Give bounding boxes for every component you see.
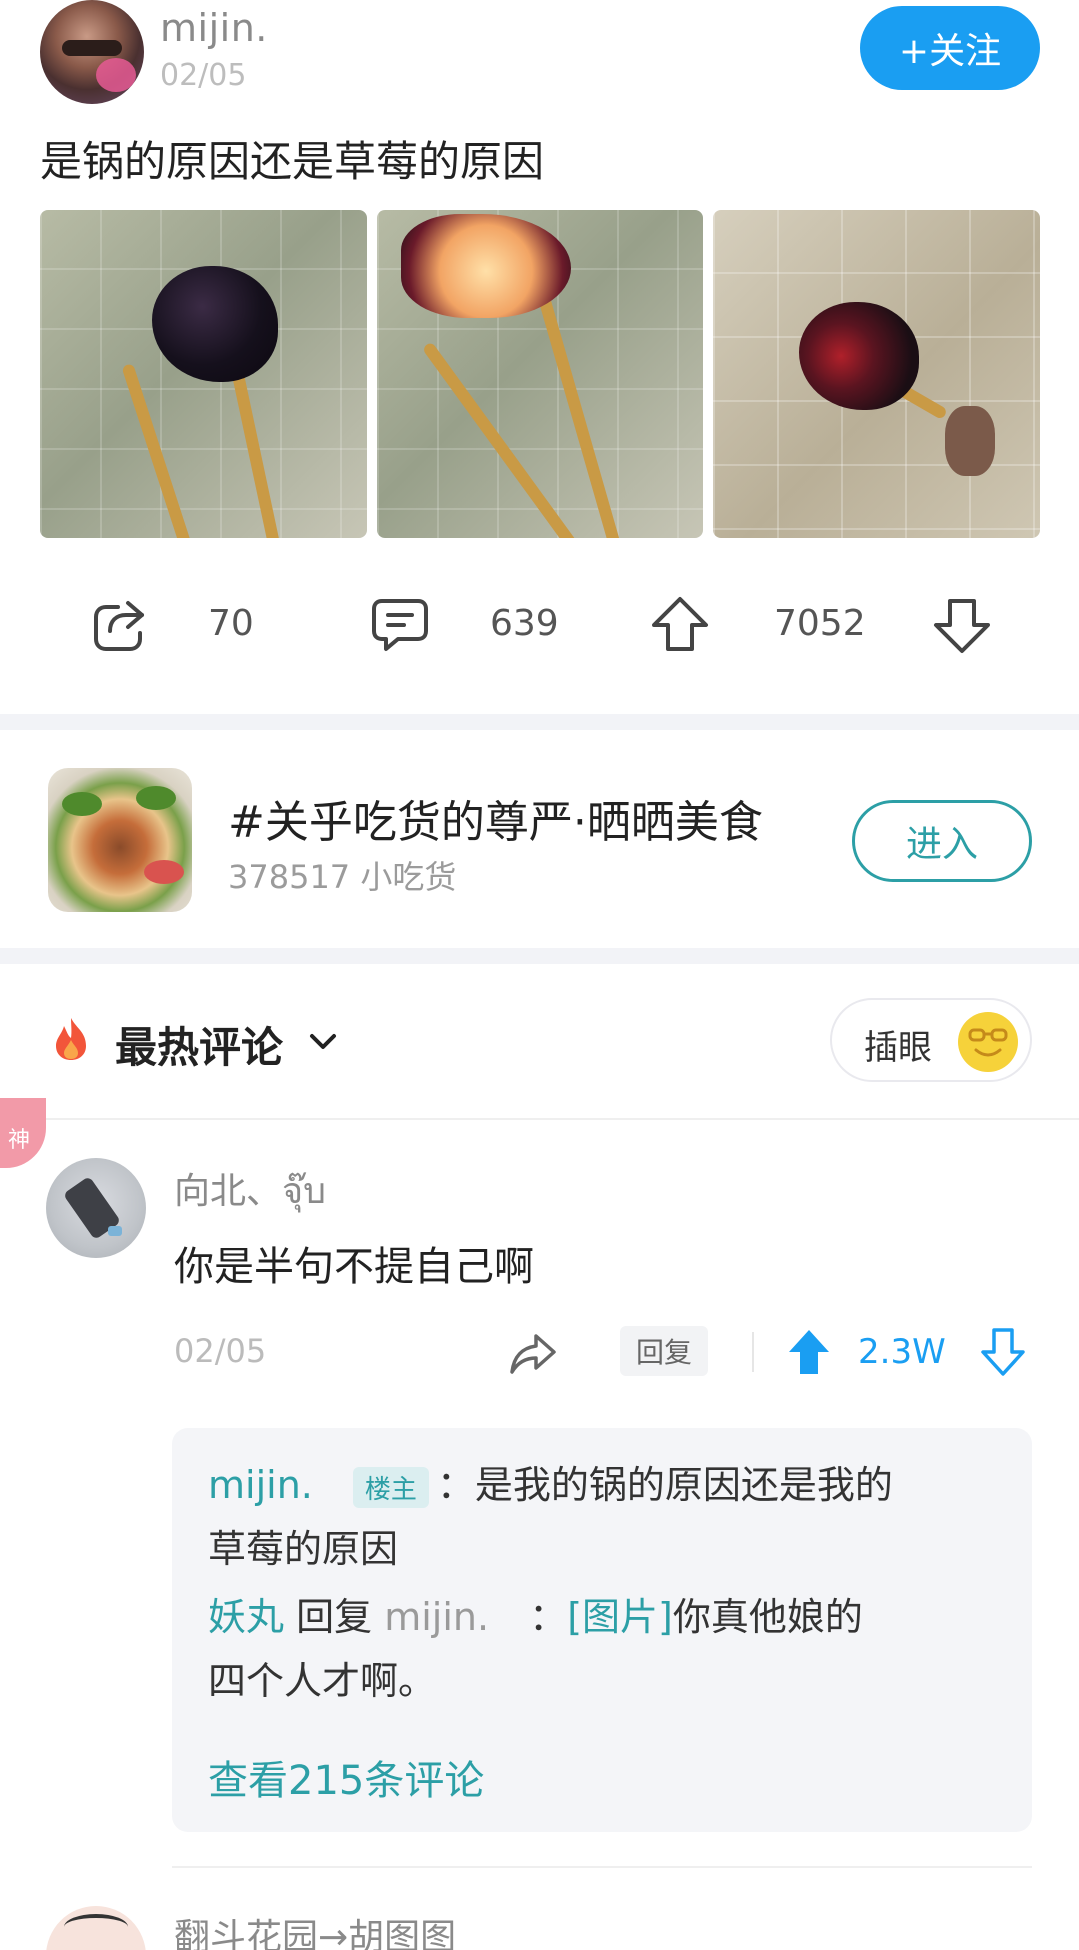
comment-icon bbox=[372, 599, 428, 651]
reply-target[interactable]: mijin. bbox=[384, 1595, 489, 1639]
next-commenter-name[interactable]: 翻斗花园→胡图图 bbox=[174, 1908, 456, 1950]
commenter-name[interactable]: 向北、จุ๊บ bbox=[174, 1162, 326, 1219]
smiley-glasses-icon bbox=[958, 1012, 1018, 1072]
reply-line-1: mijin. 楼主 ：是我的锅的原因还是我的 bbox=[208, 1454, 893, 1509]
reply-colon: ： bbox=[529, 1595, 568, 1639]
post-image-2[interactable] bbox=[376, 210, 704, 538]
god-comment-badge: 神 bbox=[0, 1098, 46, 1168]
comment-count: 639 bbox=[490, 603, 559, 644]
hot-comments-title[interactable]: 最热评论 bbox=[115, 1014, 283, 1075]
follow-button[interactable]: +关注 bbox=[860, 6, 1040, 90]
upvote-arrow-icon bbox=[652, 597, 708, 651]
enter-topic-button[interactable]: 进入 bbox=[852, 800, 1032, 882]
image-tag-link[interactable]: [图片] bbox=[567, 1595, 673, 1639]
section-divider bbox=[0, 714, 1079, 730]
post-image-1[interactable] bbox=[40, 210, 367, 538]
comment-button[interactable] bbox=[368, 585, 432, 665]
downvote-button[interactable] bbox=[930, 585, 994, 665]
post-images bbox=[40, 210, 1041, 538]
insert-bookmark-label: 插眼 bbox=[864, 1028, 932, 1068]
fire-icon bbox=[56, 1018, 86, 1060]
commenter-avatar[interactable] bbox=[46, 1158, 146, 1258]
share-icon bbox=[94, 601, 144, 651]
reply-preview-box[interactable]: mijin. 楼主 ：是我的锅的原因还是我的 草莓的原因 妖丸 回复 mijin. … bbox=[172, 1428, 1032, 1832]
post-page: mijin. 02/05 +关注 是锅的原因还是草莓的原因 70 639 705… bbox=[0, 0, 1079, 1950]
forward-icon[interactable] bbox=[508, 1330, 558, 1376]
post-action-bar: 70 639 7052 bbox=[0, 585, 1079, 665]
author-avatar[interactable] bbox=[40, 0, 144, 104]
downvote-icon[interactable] bbox=[980, 1326, 1026, 1378]
reply-line-2: 妖丸 回复 mijin. ：[图片]你真他娘的 bbox=[208, 1586, 863, 1641]
author-name[interactable]: mijin. bbox=[160, 6, 268, 50]
header-divider bbox=[0, 1118, 1079, 1120]
next-commenter-avatar[interactable] bbox=[46, 1906, 146, 1950]
reply-button[interactable]: 回复 bbox=[620, 1326, 708, 1376]
reply-author-op[interactable]: mijin. bbox=[208, 1463, 313, 1507]
topic-thumbnail[interactable] bbox=[48, 768, 192, 912]
post-image-3[interactable] bbox=[713, 210, 1041, 538]
comment-vote-count: 2.3W bbox=[858, 1332, 946, 1372]
comment-date: 02/05 bbox=[174, 1332, 267, 1370]
reply-line-2b: 四个人才啊。 bbox=[208, 1659, 437, 1703]
comment-divider bbox=[172, 1866, 1032, 1868]
topic-title[interactable]: #关乎吃货的尊严·晒晒美食 bbox=[228, 786, 763, 850]
reply-text-2a: 你真他娘的 bbox=[672, 1595, 863, 1639]
post-date: 02/05 bbox=[160, 58, 247, 93]
op-badge: 楼主 bbox=[352, 1467, 429, 1508]
reply-line-1b: 草莓的原因 bbox=[208, 1527, 399, 1571]
share-button[interactable] bbox=[88, 585, 152, 665]
post-text: 是锅的原因还是草莓的原因 bbox=[40, 137, 545, 186]
chevron-down-icon[interactable] bbox=[306, 1026, 340, 1056]
reply-word: 回复 bbox=[296, 1595, 373, 1639]
reply-text-1a: ：是我的锅的原因还是我的 bbox=[436, 1463, 893, 1507]
vote-separator bbox=[752, 1332, 754, 1372]
comment-text: 你是半句不提自己啊 bbox=[174, 1244, 534, 1290]
post-header: mijin. 02/05 +关注 bbox=[40, 0, 1040, 110]
insert-bookmark-button[interactable]: 插眼 bbox=[830, 998, 1032, 1082]
upvote-button[interactable] bbox=[648, 585, 712, 665]
topic-member-count: 378517 小吃货 bbox=[228, 858, 457, 896]
section-divider bbox=[0, 948, 1079, 964]
view-all-replies-link[interactable]: 查看215条评论 bbox=[208, 1748, 484, 1806]
upvote-count: 7052 bbox=[774, 603, 866, 644]
downvote-arrow-icon bbox=[934, 599, 990, 653]
share-count: 70 bbox=[208, 603, 254, 644]
upvote-filled-icon[interactable] bbox=[786, 1326, 832, 1378]
reply-author-2[interactable]: 妖丸 bbox=[208, 1595, 284, 1639]
